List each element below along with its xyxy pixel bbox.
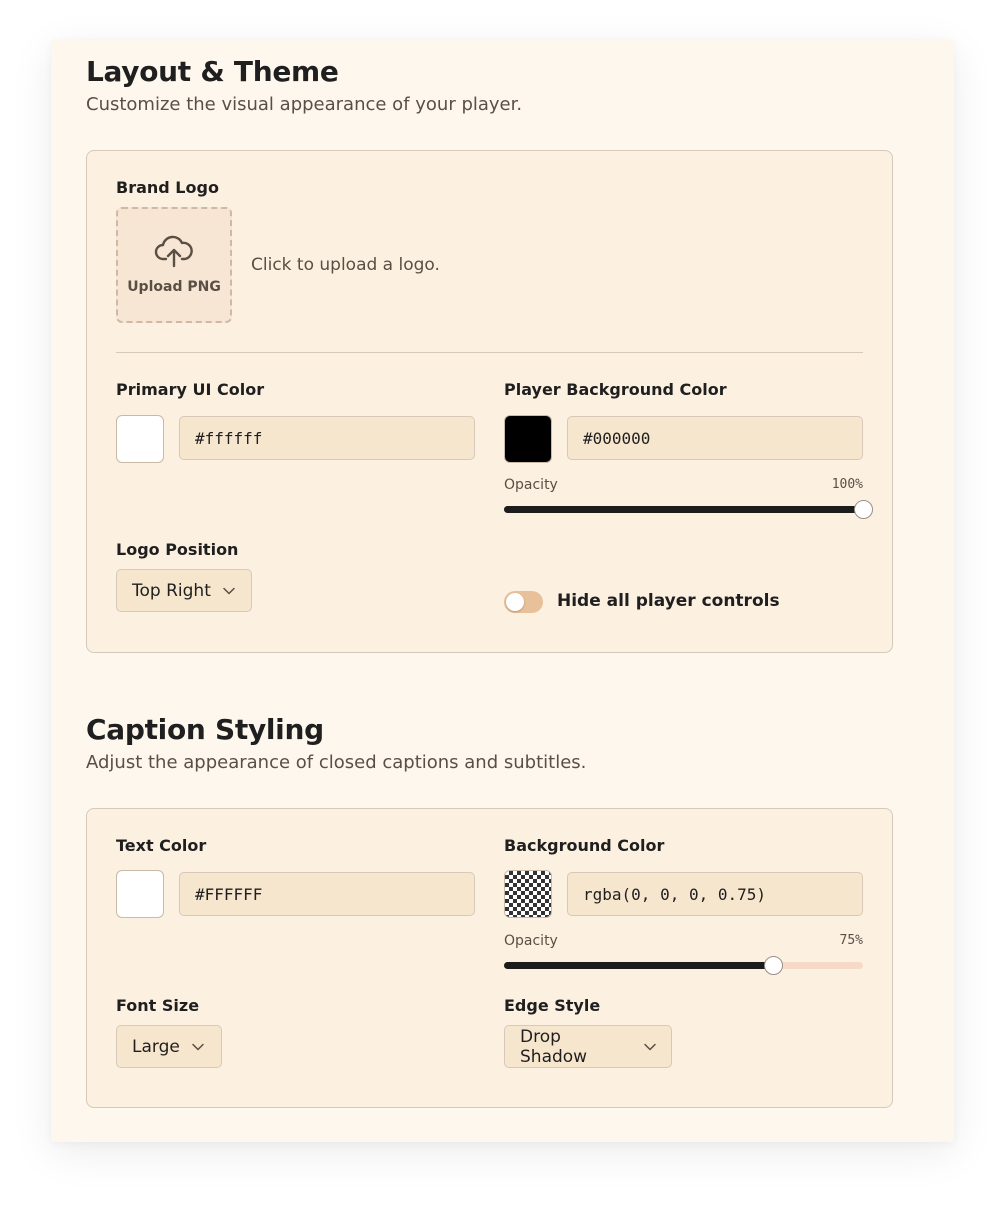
- player-opacity-slider[interactable]: [504, 500, 873, 519]
- layout-theme-card: Brand Logo Upload PNG Click to upload a …: [86, 150, 893, 653]
- toggle-knob: [506, 593, 524, 611]
- font-size-select[interactable]: Large: [116, 1025, 222, 1068]
- primary-ui-color-label: Primary UI Color: [116, 380, 265, 399]
- player-opacity-value: 100%: [831, 477, 863, 492]
- font-size-label: Font Size: [116, 996, 200, 1015]
- logo-position-label: Logo Position: [116, 540, 239, 559]
- primary-ui-color-swatch[interactable]: [116, 415, 164, 463]
- chevron-down-icon: [223, 587, 235, 595]
- hide-controls-label: Hide all player controls: [557, 591, 780, 611]
- player-opacity-slider-thumb[interactable]: [854, 500, 873, 519]
- player-background-color-input[interactable]: #000000: [567, 416, 863, 460]
- logo-position-select[interactable]: Top Right: [116, 569, 252, 612]
- edge-style-value: Drop Shadow: [520, 1026, 588, 1067]
- upload-hint: Click to upload a logo.: [251, 255, 440, 275]
- divider: [116, 352, 863, 353]
- settings-panel: Layout & Theme Customize the visual appe…: [51, 40, 954, 1142]
- text-color-label: Text Color: [116, 836, 207, 855]
- caption-background-color-input[interactable]: rgba(0, 0, 0, 0.75): [567, 872, 863, 916]
- caption-background-color-label: Background Color: [504, 836, 665, 855]
- edge-style-select[interactable]: Drop Shadow: [504, 1025, 672, 1068]
- text-color-input[interactable]: #FFFFFF: [179, 872, 475, 916]
- layout-theme-title: Layout & Theme: [86, 55, 339, 88]
- caption-opacity-slider-thumb[interactable]: [764, 956, 784, 975]
- upload-png-label: Upload PNG: [127, 279, 221, 295]
- chevron-down-icon: [192, 1043, 204, 1051]
- brand-logo-label: Brand Logo: [116, 178, 219, 197]
- caption-opacity-slider[interactable]: [504, 956, 863, 975]
- player-opacity-slider-fill: [504, 506, 863, 513]
- caption-opacity-label: Opacity: [504, 933, 558, 949]
- edge-style-label: Edge Style: [504, 996, 601, 1015]
- player-opacity-label: Opacity: [504, 477, 558, 493]
- cloud-upload-icon: [154, 235, 194, 273]
- logo-position-value: Top Right: [132, 580, 211, 601]
- text-color-swatch[interactable]: [116, 870, 164, 918]
- chevron-down-icon: [644, 1043, 656, 1051]
- font-size-value: Large: [132, 1036, 180, 1057]
- caption-opacity-slider-fill: [504, 962, 774, 969]
- caption-opacity-value: 75%: [839, 933, 863, 948]
- upload-png-button[interactable]: Upload PNG: [116, 207, 232, 323]
- caption-background-color-swatch[interactable]: [504, 870, 552, 918]
- caption-styling-title: Caption Styling: [86, 713, 324, 746]
- player-background-color-swatch[interactable]: [504, 415, 552, 463]
- caption-styling-subtitle: Adjust the appearance of closed captions…: [86, 752, 587, 773]
- hide-controls-toggle[interactable]: [504, 591, 543, 613]
- primary-ui-color-input[interactable]: #ffffff: [179, 416, 475, 460]
- caption-styling-card: Text Color #FFFFFF Background Color rgba…: [86, 808, 893, 1108]
- layout-theme-subtitle: Customize the visual appearance of your …: [86, 94, 523, 115]
- player-background-color-label: Player Background Color: [504, 380, 727, 399]
